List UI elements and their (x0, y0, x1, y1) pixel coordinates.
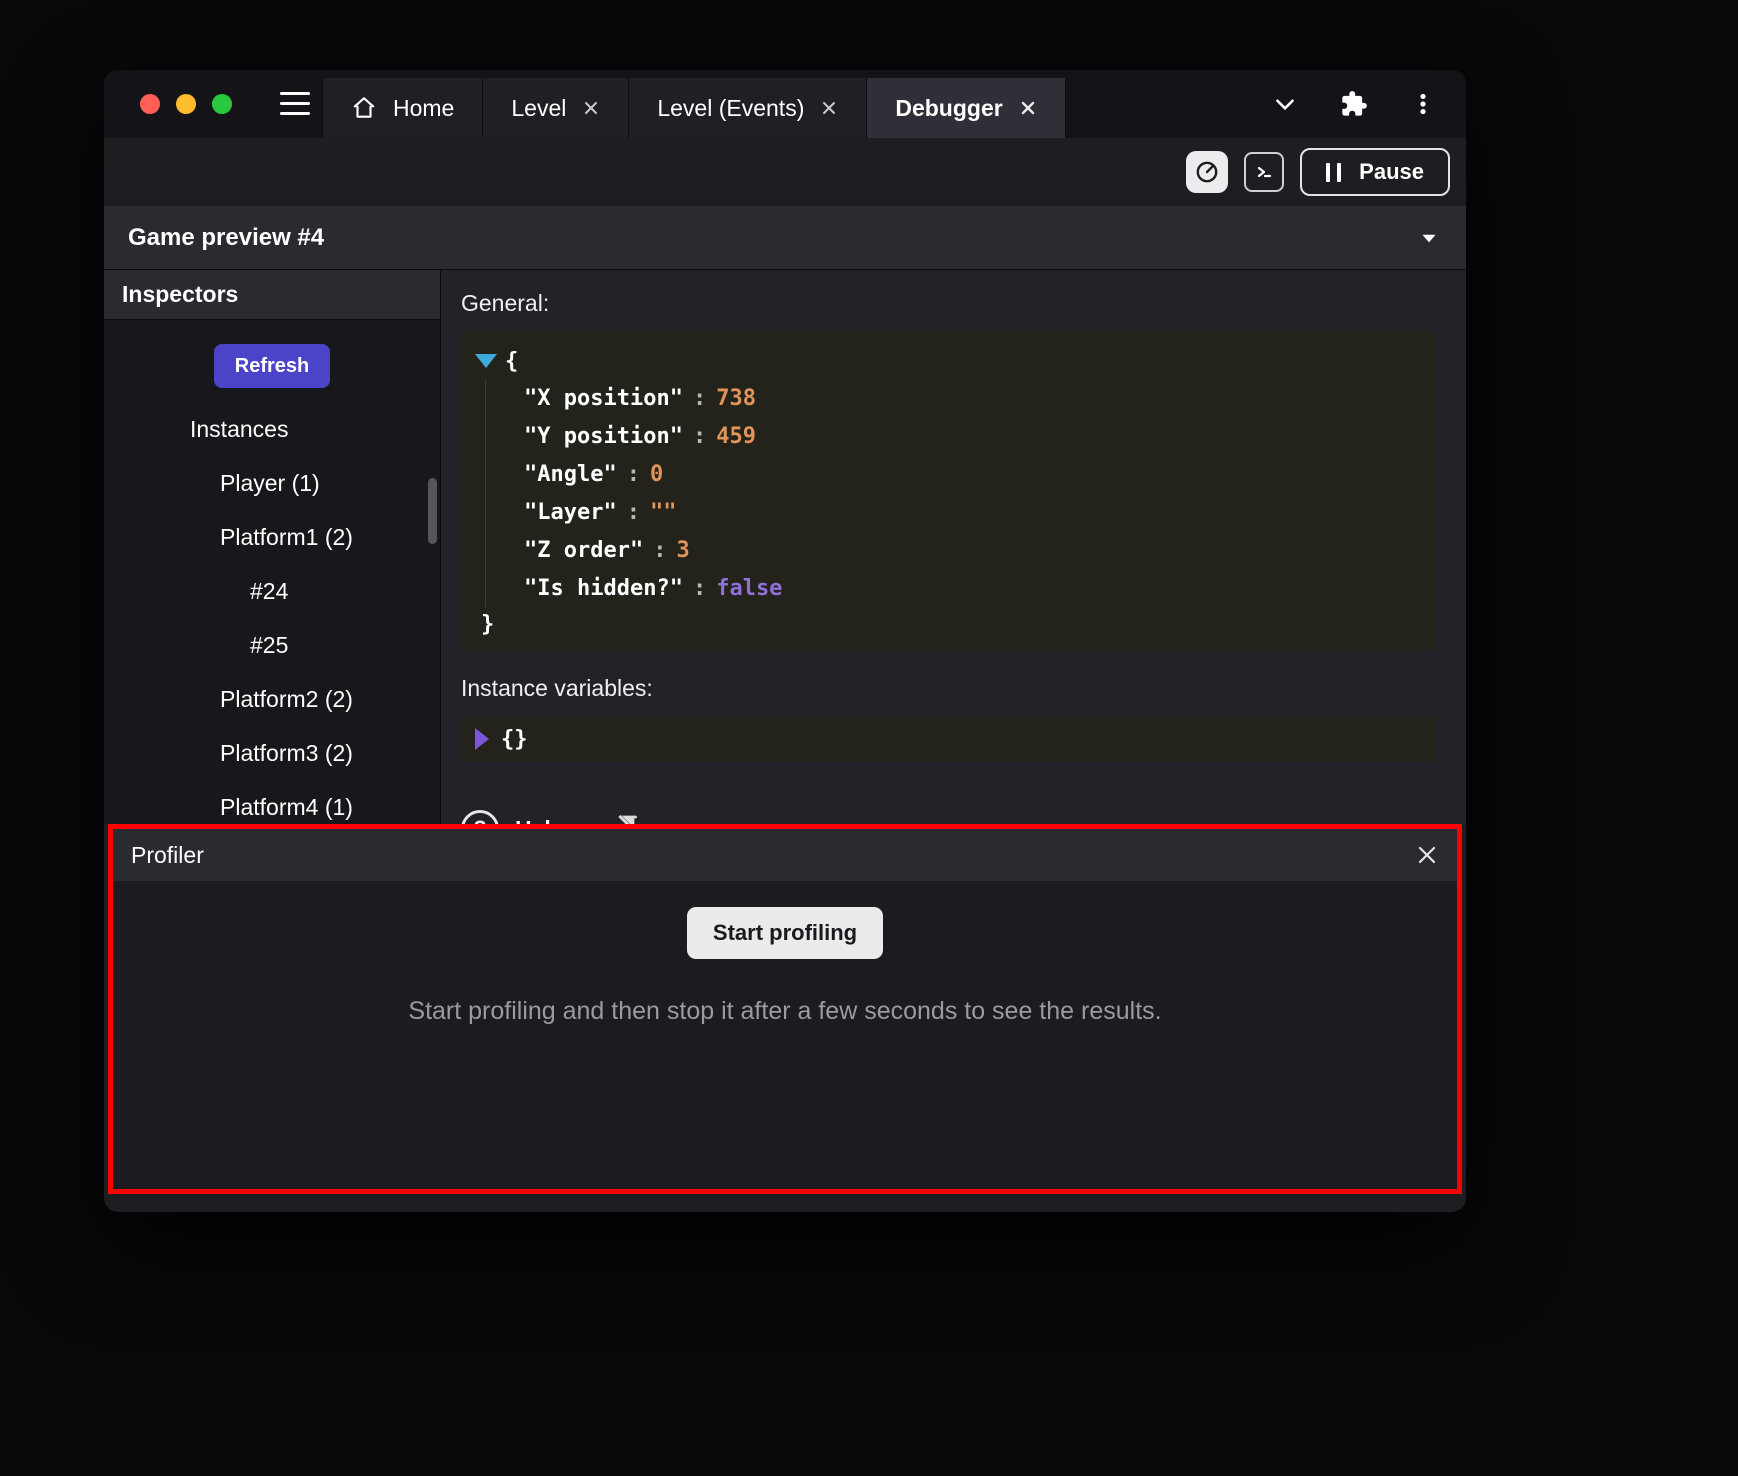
tree-item-platform1[interactable]: Platform1 (2) (104, 510, 440, 564)
tab-home[interactable]: Home (322, 78, 483, 138)
gauge-button[interactable] (1186, 151, 1228, 193)
json-open-brace: { (505, 349, 518, 374)
help-row: ? Help (461, 810, 1436, 824)
close-icon[interactable] (582, 99, 600, 117)
inspector-content: General: { "X position":738 "Y position"… (441, 270, 1466, 824)
close-icon[interactable] (820, 99, 838, 117)
pause-icon (1326, 163, 1341, 182)
close-icon[interactable] (1019, 99, 1037, 117)
minimize-window-button[interactable] (176, 94, 196, 114)
instance-variables-viewer: {} (461, 716, 1436, 762)
window-controls (140, 70, 232, 138)
tree-item-platform4[interactable]: Platform4 (1) (104, 780, 440, 824)
titlebar: Home Level Level (Events) Debugger (104, 70, 1466, 138)
profiler-title: Profiler (131, 842, 204, 869)
start-profiling-button[interactable]: Start profiling (687, 907, 883, 959)
general-json-viewer: { "X position":738 "Y position":459 "Ang… (461, 331, 1436, 651)
main-menu-icon[interactable] (280, 92, 310, 115)
tree-item-platform3[interactable]: Platform3 (2) (104, 726, 440, 780)
zoom-window-button[interactable] (212, 94, 232, 114)
tab-label: Level (511, 95, 566, 122)
preview-chevron-down-icon[interactable] (1416, 225, 1442, 251)
inspectors-sidebar: Inspectors Refresh Instances Player (1) … (104, 270, 441, 824)
tree-item-platform2[interactable]: Platform2 (2) (104, 672, 440, 726)
debugger-main: Inspectors Refresh Instances Player (1) … (104, 270, 1466, 824)
json-line-is-hidden: "Is hidden?":false (524, 569, 1420, 607)
chevron-down-icon[interactable] (1272, 91, 1298, 117)
profiler-panel: Profiler Start profiling Start profiling… (108, 824, 1462, 1194)
close-window-button[interactable] (140, 94, 160, 114)
tab-label: Debugger (895, 95, 1002, 122)
pin-disabled-icon[interactable] (613, 813, 645, 824)
tab-label: Level (Events) (657, 95, 804, 122)
refresh-button[interactable]: Refresh (214, 344, 330, 388)
sidebar-scrollbar[interactable] (428, 478, 437, 544)
profiler-header: Profiler (113, 829, 1457, 881)
debugger-toolbar: Pause (104, 138, 1466, 206)
tree-item-instance-24[interactable]: #24 (104, 564, 440, 618)
extensions-puzzle-icon[interactable] (1340, 90, 1368, 118)
titlebar-right-controls (1272, 70, 1436, 138)
profiler-close-icon[interactable] (1415, 843, 1439, 867)
profiler-hint-text: Start profiling and then stop it after a… (408, 997, 1161, 1026)
json-line-x-position: "X position":738 (524, 379, 1420, 417)
tab-label: Home (393, 95, 454, 122)
tree-item-player[interactable]: Player (1) (104, 456, 440, 510)
tab-level-events[interactable]: Level (Events) (629, 78, 867, 138)
profiler-body: Start profiling Start profiling and then… (113, 881, 1457, 1189)
inspectors-header: Inspectors (104, 270, 440, 320)
console-button[interactable] (1244, 152, 1284, 192)
collapse-triangle-icon[interactable] (475, 354, 497, 368)
instance-variables-label: Instance variables: (461, 675, 1436, 702)
help-label: Help (515, 816, 565, 825)
tree-item-instance-25[interactable]: #25 (104, 618, 440, 672)
home-icon (351, 95, 377, 121)
tab-debugger[interactable]: Debugger (867, 78, 1065, 138)
game-preview-header[interactable]: Game preview #4 (104, 206, 1466, 270)
pause-button[interactable]: Pause (1300, 148, 1450, 196)
more-options-kebab-icon[interactable] (1410, 91, 1436, 117)
variables-value: {} (501, 727, 528, 752)
inspectors-header-label: Inspectors (122, 281, 238, 308)
json-close-brace: } (481, 612, 494, 637)
app-window: Home Level Level (Events) Debugger (104, 70, 1466, 1212)
inspectors-list: Refresh Instances Player (1) Platform1 (… (104, 320, 440, 824)
instances-tree: Instances Player (1) Platform1 (2) #24 #… (104, 402, 440, 824)
expand-triangle-icon[interactable] (475, 728, 489, 750)
json-line-y-position: "Y position":459 (524, 417, 1420, 455)
pause-button-label: Pause (1359, 159, 1424, 185)
general-label: General: (461, 290, 1436, 317)
tree-item-instances[interactable]: Instances (104, 402, 440, 456)
json-line-layer: "Layer":"" (524, 493, 1420, 531)
help-icon[interactable]: ? (461, 810, 499, 824)
tab-bar: Home Level Level (Events) Debugger (322, 78, 1066, 138)
tab-level[interactable]: Level (483, 78, 629, 138)
json-line-angle: "Angle":0 (524, 455, 1420, 493)
json-line-z-order: "Z order":3 (524, 531, 1420, 569)
game-preview-title: Game preview #4 (128, 224, 324, 252)
